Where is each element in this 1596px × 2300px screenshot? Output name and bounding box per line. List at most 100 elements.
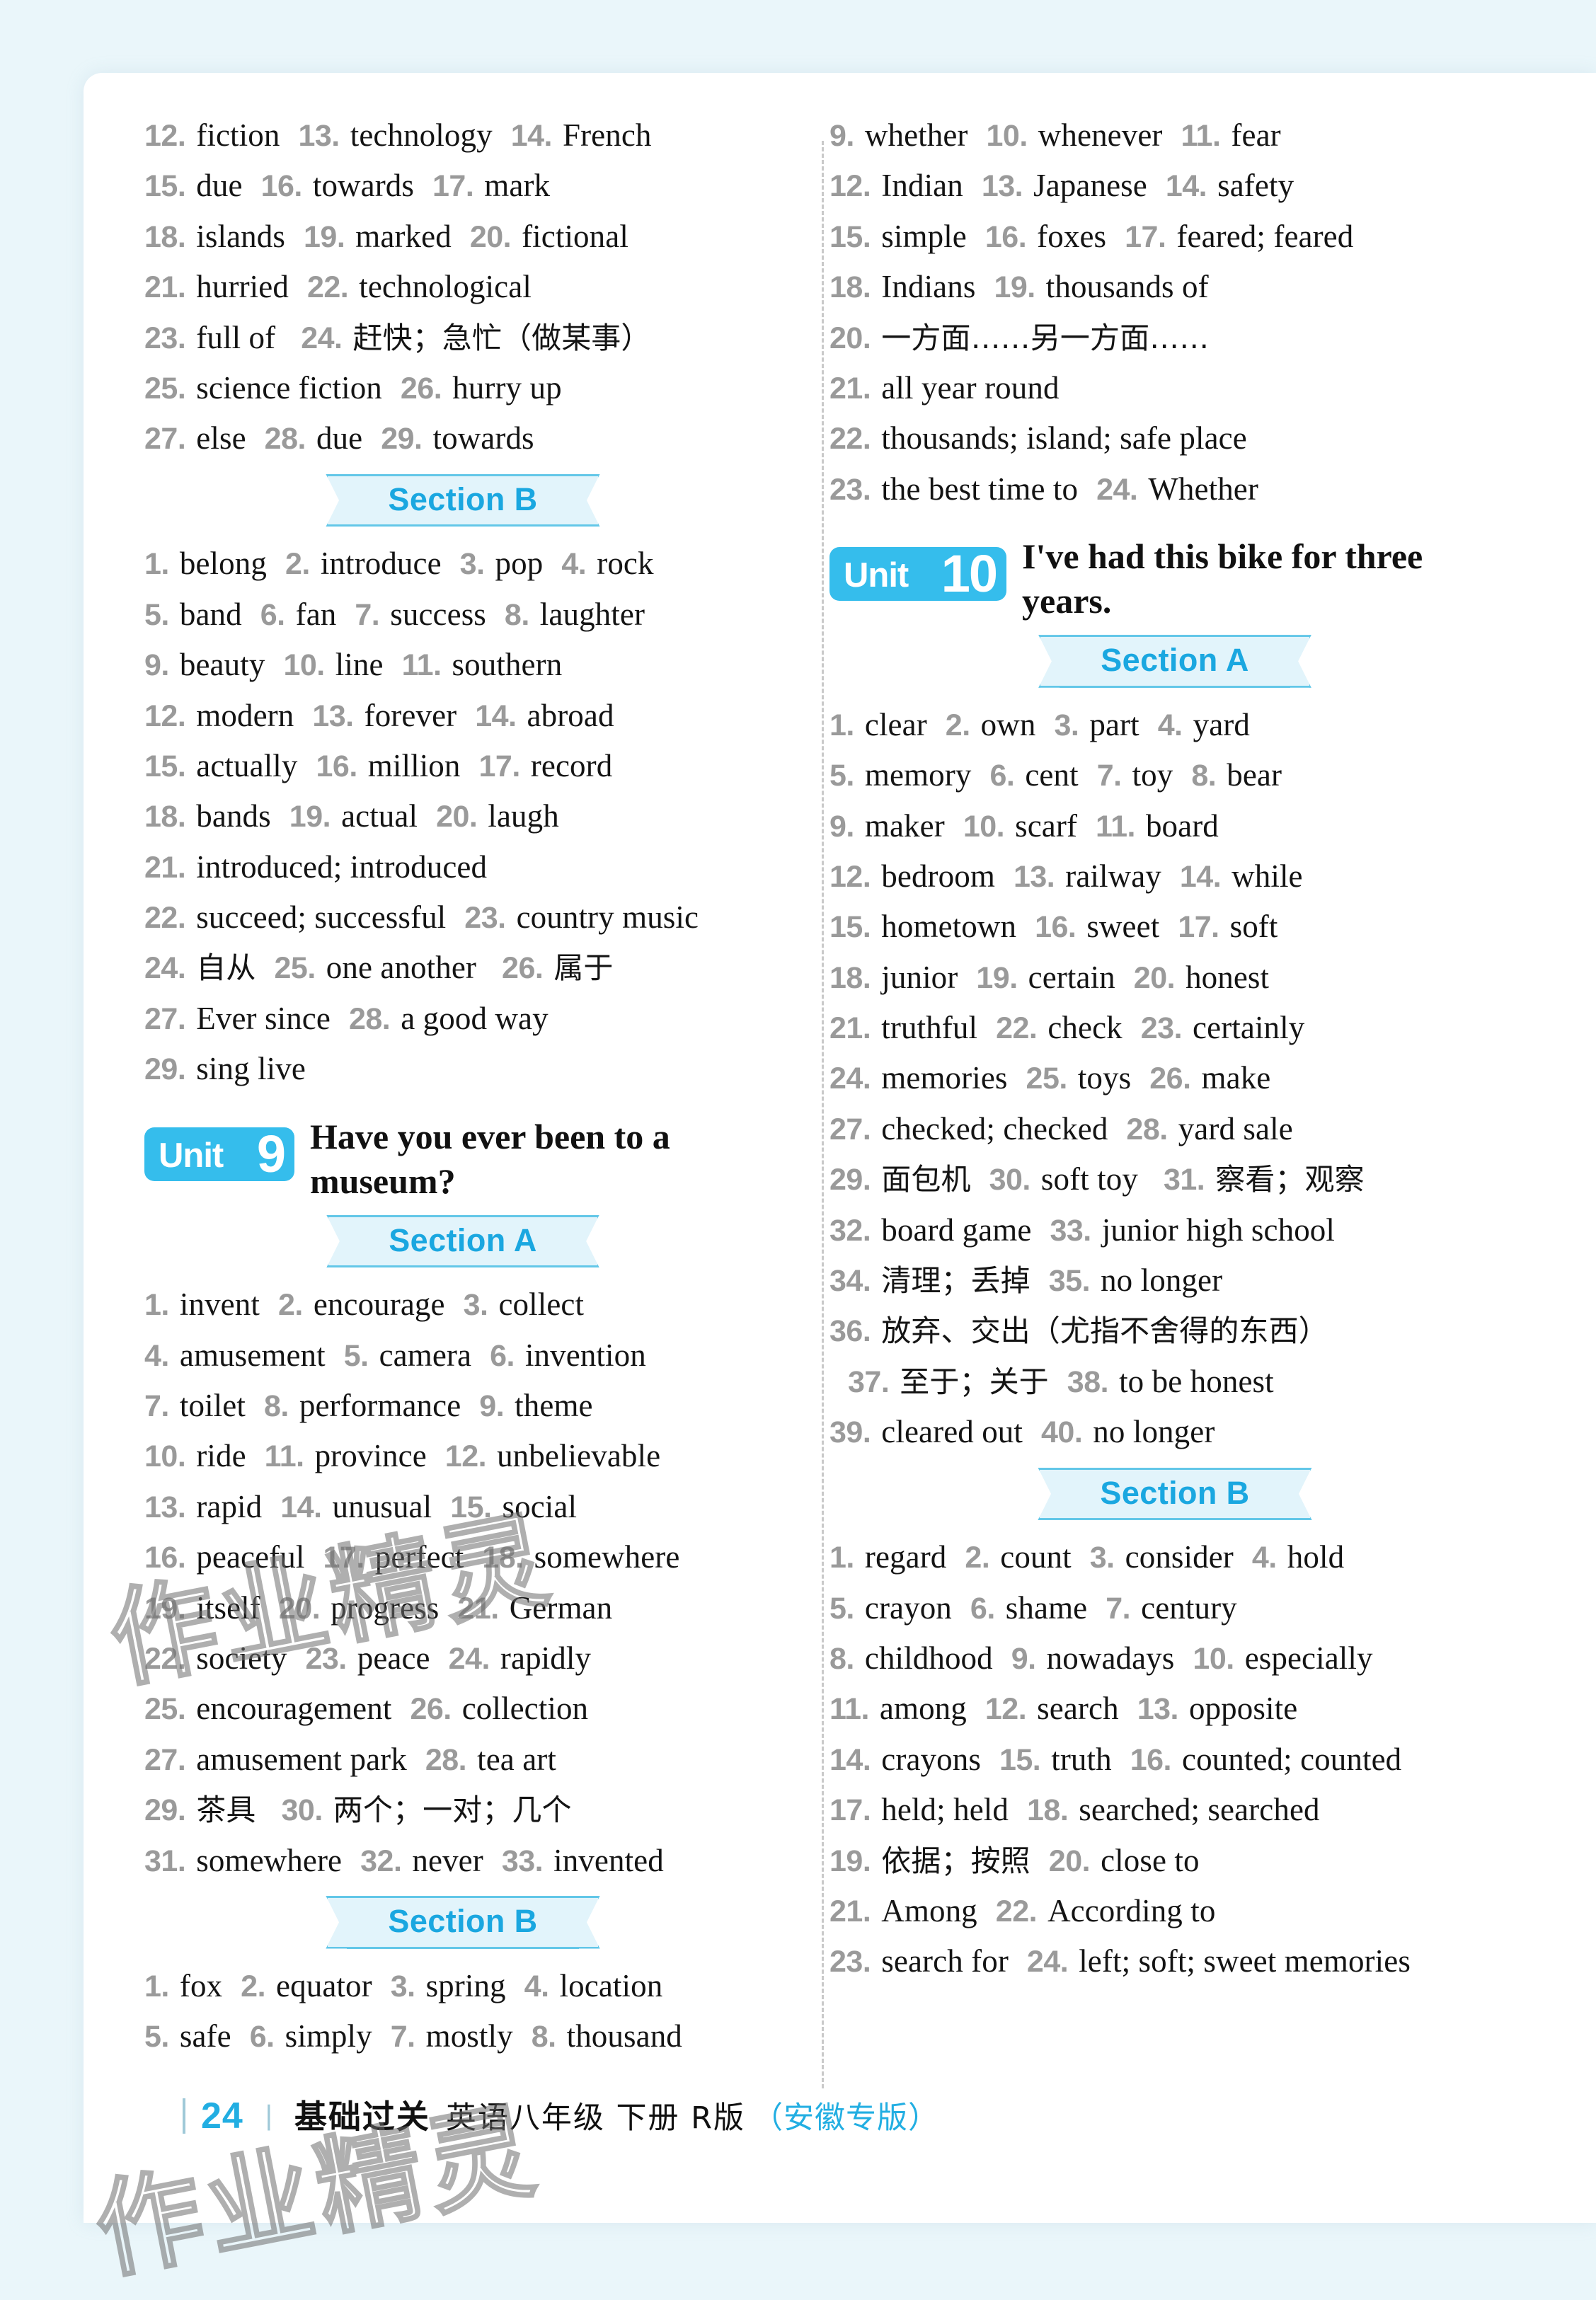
answer-text: rapidly: [500, 1640, 592, 1676]
answer-number: 32.: [360, 1844, 402, 1878]
answer-item: 19. certain: [976, 960, 1115, 995]
answer-number: 16.: [144, 1541, 186, 1575]
answer-line: 11. among 12. search 13. opposite: [829, 1684, 1520, 1732]
answer-text: Ever since: [196, 1000, 331, 1036]
answer-text: check: [1047, 1010, 1123, 1046]
answer-item: 18. Indians: [829, 269, 975, 304]
answer-number: 15.: [829, 910, 871, 945]
answer-line: 15. due 16. towards 17. mark: [144, 161, 781, 209]
answer-line: 12. fiction 13. technology 14. French: [144, 111, 781, 159]
section-badge-label[interactable]: Section B: [347, 473, 579, 527]
answer-number: 19.: [994, 270, 1035, 305]
answer-item: 6. simply: [250, 2018, 372, 2054]
section-badge-label[interactable]: Section B: [347, 1895, 579, 1949]
unit-badge-9[interactable]: Unit 9: [144, 1127, 294, 1181]
answer-number: 1.: [829, 708, 854, 742]
answer-number: 1.: [144, 547, 169, 582]
answer-text: bear: [1227, 757, 1282, 793]
answer-item: 30. 两个；一对；几个: [281, 1792, 571, 1827]
answer-item: 26. hurry up: [401, 370, 562, 406]
answer-number: 10.: [986, 119, 1028, 153]
answer-line: 21. all year round: [829, 364, 1520, 412]
unit-badge-10[interactable]: Unit 10: [829, 547, 1006, 602]
answer-item: 9. beauty: [144, 647, 265, 682]
answer-text: counted; counted: [1182, 1741, 1402, 1777]
answer-item: 5. band: [144, 597, 242, 632]
answer-text: amusement: [179, 1337, 326, 1373]
answer-text: toilet: [179, 1388, 246, 1423]
answer-item: 21. German: [457, 1590, 612, 1626]
answer-item: 28. due: [265, 420, 363, 456]
answer-item: 24. 赶快；急忙（做某事）: [301, 320, 650, 355]
answer-line: 18. bands 19. actual 20. laugh: [144, 792, 781, 840]
answer-number: 18.: [144, 800, 186, 834]
answer-number: 7.: [390, 2019, 415, 2054]
section-badge-label[interactable]: Section B: [1059, 1467, 1291, 1521]
answer-text: location: [559, 1967, 663, 2003]
answer-line: 27. Ever since 28. a good way: [144, 994, 781, 1042]
answer-text: According to: [1047, 1892, 1216, 1928]
answer-number: 9.: [829, 809, 854, 844]
answer-number: 21.: [457, 1591, 499, 1626]
answer-text: shame: [1005, 1589, 1088, 1626]
answer-line: 36. 放弃、交出（尤指不舍得的东西）: [829, 1306, 1520, 1355]
answer-number: 10.: [963, 809, 1005, 844]
answer-text: sweet: [1086, 909, 1160, 945]
answer-text: 赶快；急忙（做某事）: [352, 320, 651, 355]
answer-item: 39. cleared out: [829, 1414, 1023, 1449]
answer-text: technological: [359, 269, 532, 305]
answer-number: 3.: [463, 1288, 488, 1323]
answer-item: 14. crayons: [829, 1742, 981, 1777]
answer-item: 2. introduce: [285, 546, 442, 581]
answer-text: spring: [425, 1967, 506, 2003]
answer-text: maker: [864, 807, 945, 844]
section-header-b-unit9: Section B: [144, 1895, 781, 1949]
answer-number: 8.: [504, 597, 529, 632]
answer-text: among: [879, 1691, 967, 1727]
answer-line: 25. encouragement 26. collection: [144, 1684, 781, 1732]
answer-item: 17. mark: [432, 168, 550, 203]
answer-line: 21. Among 22. According to: [829, 1887, 1520, 1935]
answer-item: 11. fear: [1181, 117, 1281, 153]
answer-item: 28. yard sale: [1126, 1111, 1292, 1146]
answer-number: 17.: [829, 1793, 871, 1828]
answer-item: 13. rapid: [144, 1489, 262, 1524]
answer-text: ride: [196, 1438, 246, 1474]
answer-item: 18. islands: [144, 219, 285, 254]
answer-list-continued-right: 9. whether 10. whenever 11. fear 12. Indian 13. J…: [829, 111, 1520, 513]
answer-text: perfect: [374, 1539, 464, 1575]
answer-item: 3. consider: [1090, 1539, 1234, 1575]
answer-line: 29. 面包机 30. soft toy 31. 察看；观察: [829, 1155, 1520, 1203]
answer-number: 24.: [1096, 472, 1138, 507]
answer-text: regard: [864, 1539, 947, 1575]
answer-text: held; held: [881, 1792, 1009, 1828]
answer-line: 20. 一方面……另一方面……: [829, 314, 1520, 362]
answer-number: 22.: [995, 1894, 1038, 1928]
answer-item: 18. junior: [829, 960, 958, 995]
answer-number: 23.: [829, 472, 871, 507]
answer-text: thousands of: [1045, 269, 1209, 305]
answer-text: peaceful: [196, 1539, 305, 1575]
answer-text: actually: [196, 747, 298, 783]
answer-number: 20.: [1133, 960, 1176, 995]
answer-item: 21. Among: [829, 1893, 977, 1928]
answer-number: 26.: [400, 371, 442, 406]
answer-item: 12. fiction: [144, 117, 280, 153]
answer-line: 5. memory 6. cent 7. toy 8. bear: [829, 751, 1520, 799]
answer-item: 25. one another: [274, 950, 476, 985]
answer-text: record: [530, 747, 613, 783]
answer-text: soft toy: [1040, 1161, 1138, 1197]
section-badge-label[interactable]: Section A: [1060, 635, 1290, 688]
answer-item: 1. regard: [829, 1539, 946, 1575]
answer-text: especially: [1244, 1640, 1373, 1676]
answer-text: nowadays: [1046, 1640, 1175, 1676]
answer-number: 18.: [144, 219, 186, 254]
answer-number: 14.: [1179, 859, 1222, 894]
answer-number: 30.: [281, 1793, 323, 1828]
section-badge-label[interactable]: Section A: [348, 1214, 578, 1268]
answer-number: 19.: [976, 960, 1018, 995]
answer-item: 20. laugh: [436, 798, 559, 834]
answer-number: 4.: [561, 547, 587, 582]
answer-text: actual: [341, 798, 418, 834]
answer-item: 11. southern: [402, 647, 563, 682]
